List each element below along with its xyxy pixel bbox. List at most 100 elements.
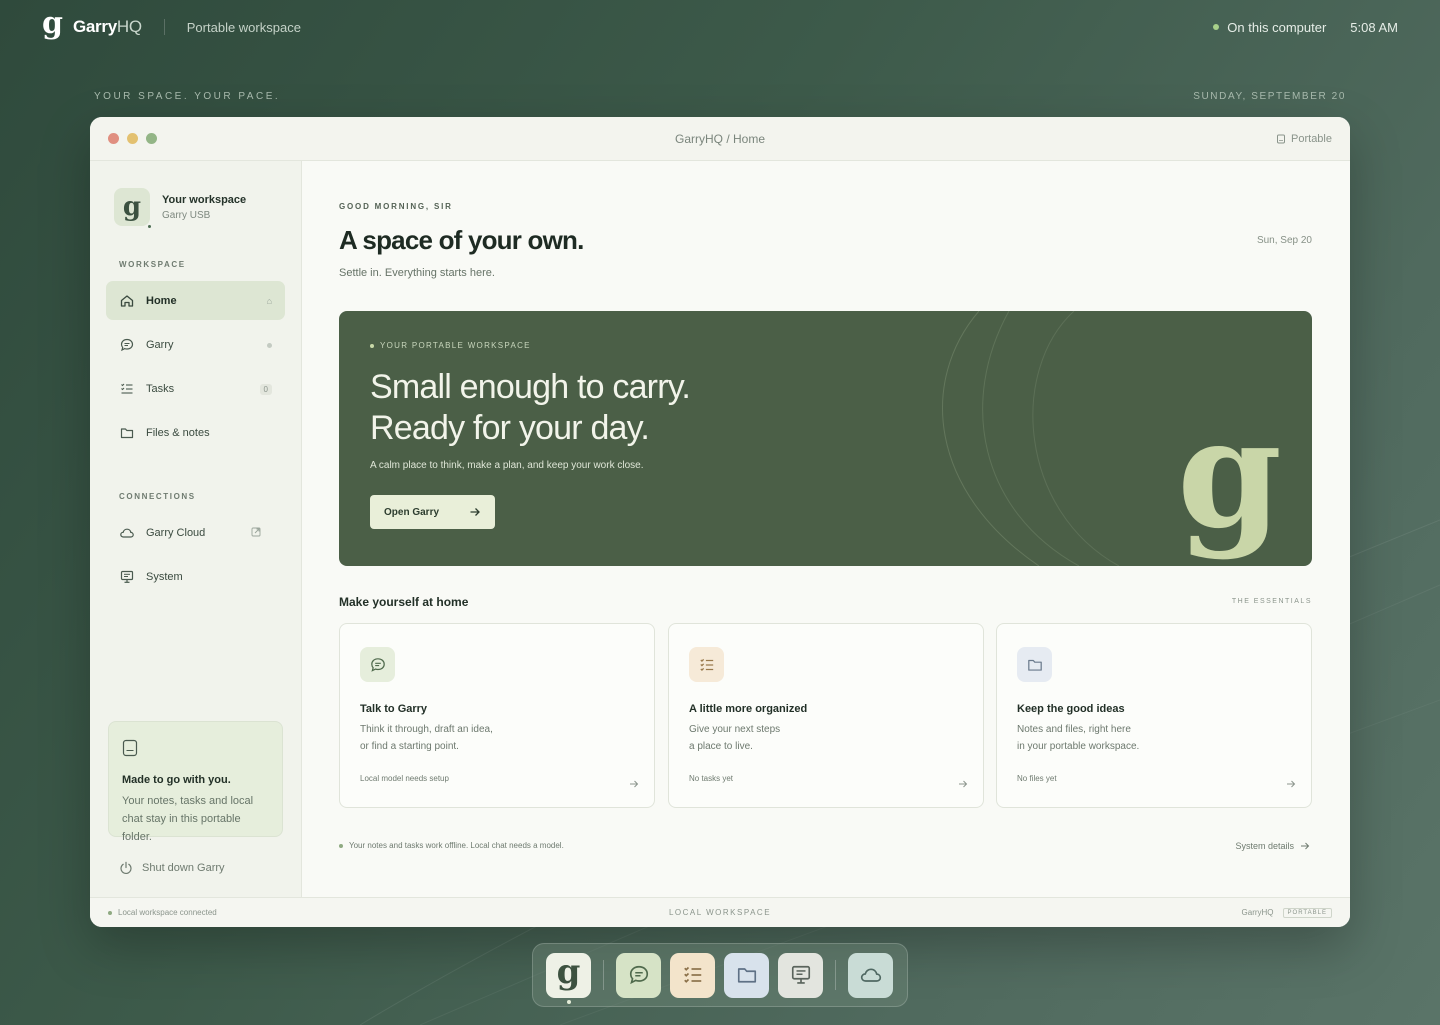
tagline: YOUR SPACE. YOUR PACE. — [94, 91, 281, 102]
chat-icon — [629, 965, 648, 985]
sidebar-item-home[interactable]: Home ⌂ — [106, 281, 285, 320]
promo-title: Made to go with you. — [122, 774, 231, 786]
sidebar: g Your workspace Garry USB WORKSPACE Hom… — [90, 161, 302, 897]
status-dot — [108, 910, 112, 915]
dock-item-cloud[interactable] — [848, 952, 893, 998]
card-description: Think it through, draft an idea, or find… — [360, 724, 493, 752]
page-title: A space of your own. — [339, 225, 584, 255]
hero-description: A calm place to think, make a plan, and … — [370, 460, 644, 471]
chat-icon — [120, 338, 134, 351]
workspace-header[interactable]: g Your workspace Garry USB — [90, 161, 301, 229]
status-bar: Local workspace connected LOCAL WORKSPAC… — [90, 897, 1350, 927]
workspace-avatar: g — [114, 188, 152, 229]
clock: 5:08 AM — [1350, 19, 1398, 35]
title-bar: GarryHQ / Home Portable — [90, 117, 1350, 161]
dock-item-files[interactable] — [724, 952, 769, 998]
card-title: A little more organized — [689, 703, 808, 715]
sidebar-item-system[interactable]: System — [106, 557, 285, 596]
section-label-essentials: THE ESSENTIALS — [1231, 598, 1312, 605]
dock: g — [532, 943, 908, 1007]
shutdown-button[interactable]: Shut down Garry — [119, 861, 225, 875]
home-icon — [120, 294, 134, 307]
promo-text: Your notes, tasks and local chat stay in… — [122, 795, 254, 843]
connection-status: Local workspace connected — [118, 908, 217, 917]
cloud-icon — [860, 968, 881, 982]
chat-icon — [360, 647, 395, 682]
main-content: GOOD MORNING, SIR A space of your own. S… — [302, 161, 1350, 897]
arrow-right-icon[interactable] — [1286, 779, 1296, 789]
section-label-connections: CONNECTIONS — [119, 492, 196, 501]
folder-icon — [1017, 647, 1052, 682]
card-talk-to-garry[interactable]: Talk to Garry Think it through, draft an… — [339, 623, 655, 808]
section-title: Make yourself at home — [339, 595, 469, 609]
date-header: SUNDAY, SEPTEMBER 20 — [1193, 91, 1346, 102]
portable-promo-card: Made to go with you. Your notes, tasks a… — [108, 721, 283, 843]
sidebar-item-garry-cloud[interactable]: Garry Cloud — [106, 513, 285, 552]
tasks-count-badge: 0 — [259, 383, 272, 395]
portable-badge: PORTABLE — [1282, 907, 1332, 918]
portable-indicator[interactable]: Portable — [1276, 133, 1332, 145]
workspace-subtitle: Garry USB — [162, 209, 211, 221]
card-description: Notes and files, right here in your port… — [1017, 724, 1140, 752]
tasks-icon — [689, 647, 724, 682]
workspace-title: Your workspace — [162, 193, 247, 206]
arrow-right-icon[interactable] — [958, 779, 968, 789]
monitor-icon — [791, 965, 810, 984]
status-dot — [1213, 24, 1220, 30]
folder-icon — [737, 968, 756, 983]
garry-logo: g — [1177, 386, 1282, 562]
dock-item-tasks[interactable] — [670, 952, 715, 998]
online-dot — [147, 224, 152, 229]
status-center-label: LOCAL WORKSPACE — [668, 908, 772, 917]
open-garry-button[interactable]: Open Garry — [370, 495, 495, 529]
card-status: No files yet — [1017, 774, 1057, 783]
dock-divider — [835, 960, 836, 990]
card-status: Local model needs setup — [360, 774, 449, 783]
status-dot — [267, 342, 272, 348]
sidebar-item-tasks[interactable]: Tasks 0 — [106, 369, 285, 408]
card-title: Talk to Garry — [360, 703, 428, 715]
offline-note: Your notes and tasks work offline. Local… — [339, 841, 564, 850]
sidebar-item-files[interactable]: Files & notes — [106, 413, 285, 452]
sidebar-item-garry[interactable]: Garry — [106, 325, 285, 364]
monitor-icon — [120, 570, 134, 583]
arrow-right-icon — [470, 508, 480, 516]
card-organized[interactable]: A little more organized Give your next s… — [668, 623, 984, 808]
divider — [163, 19, 165, 35]
tasks-icon — [683, 966, 701, 983]
home-shortcut-icon: ⌂ — [266, 295, 272, 306]
connection-status: On this computer — [1227, 19, 1327, 35]
system-details-link[interactable]: System details — [1235, 841, 1310, 851]
greeting: GOOD MORNING, SIR — [339, 202, 453, 211]
card-good-ideas[interactable]: Keep the good ideas Notes and files, rig… — [996, 623, 1312, 808]
cloud-icon — [120, 528, 134, 538]
power-icon — [120, 861, 132, 875]
garry-logo: g — [556, 952, 581, 992]
page-subtitle: Settle in. Everything starts here. — [339, 267, 495, 279]
active-indicator — [566, 999, 571, 1004]
external-link-icon[interactable] — [251, 527, 272, 539]
hero-headline: Small enough to carry. Ready for your da… — [370, 368, 691, 447]
brand-subtitle: Portable workspace — [186, 19, 301, 35]
card-title: Keep the good ideas — [1017, 703, 1125, 715]
drive-icon — [122, 739, 138, 757]
hero-kicker: YOUR PORTABLE WORKSPACE — [370, 341, 531, 350]
dock-item-garry[interactable]: g — [546, 952, 591, 1004]
brand-name: GarryHQ — [72, 17, 142, 36]
folder-icon — [120, 427, 134, 438]
window-title: GarryHQ / Home — [674, 131, 765, 146]
app-name: GarryHQ — [1241, 908, 1274, 917]
card-description: Give your next steps a place to live. — [689, 724, 781, 752]
top-bar: g GarryHQ Portable workspace On this com… — [0, 0, 1440, 54]
card-status: No tasks yet — [689, 774, 734, 783]
app-window: GarryHQ / Home Portable g Your workspace… — [90, 117, 1350, 927]
arrow-right-icon — [1301, 842, 1310, 850]
hero-banner: YOUR PORTABLE WORKSPACE Small enough to … — [339, 311, 1312, 566]
arrow-right-icon[interactable] — [629, 779, 639, 789]
section-label-workspace: WORKSPACE — [119, 260, 186, 269]
dock-item-chat[interactable] — [616, 952, 661, 998]
dock-item-system[interactable] — [778, 952, 823, 998]
drive-icon — [1277, 134, 1286, 143]
brand-logo[interactable]: g — [42, 9, 63, 39]
tasks-icon — [121, 383, 133, 394]
